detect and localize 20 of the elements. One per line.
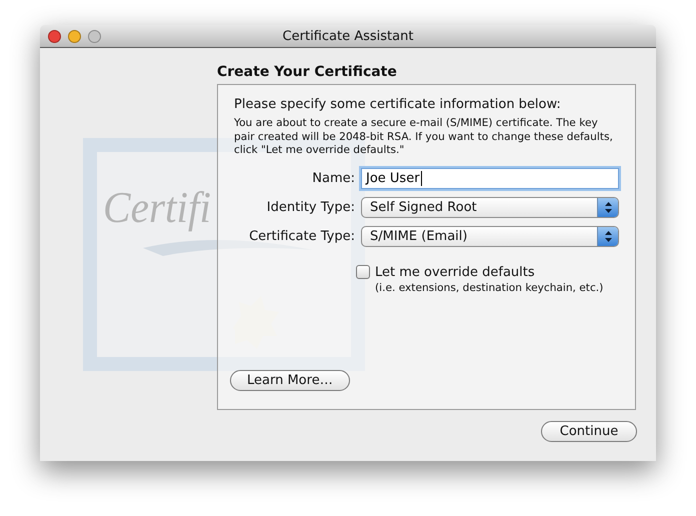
- field-label: Identity Type:: [266, 200, 355, 214]
- hint-text: (i.e. extensions, destination keychain, etc.): [375, 282, 604, 294]
- checkbox[interactable]: [356, 265, 370, 279]
- continue-button[interactable]: Continue: [541, 421, 637, 442]
- name-field[interactable]: Joe User: [361, 168, 619, 188]
- zoom-button[interactable]: [88, 30, 101, 42]
- field-label: Name:: [312, 170, 355, 186]
- up-down-arrows-icon: [604, 230, 612, 242]
- popup-menu[interactable]: S/MIME (Email): [361, 226, 619, 246]
- window-title: Certificate Assistant: [282, 28, 414, 44]
- intro-text: Please specify some certificate information below:: [234, 97, 561, 112]
- field-label: Certificate Type:: [249, 228, 355, 244]
- minimize-button[interactable]: [68, 30, 81, 42]
- close-button[interactable]: [48, 30, 61, 42]
- learn-more-button[interactable]: Learn More…: [230, 370, 350, 391]
- checkbox-label: Let me override defaults: [375, 264, 536, 280]
- description-text: You are about to create a secure e-mail (S/MIME) certificate. The key pair created will be 2048-bit RSA. If you want to change these defaults, click "Let me override defaults.": [234, 117, 614, 158]
- popup-menu[interactable]: Self Signed Root: [361, 196, 619, 218]
- page-heading: Create Your Certificate: [217, 64, 397, 80]
- up-down-arrows-icon: [604, 202, 612, 212]
